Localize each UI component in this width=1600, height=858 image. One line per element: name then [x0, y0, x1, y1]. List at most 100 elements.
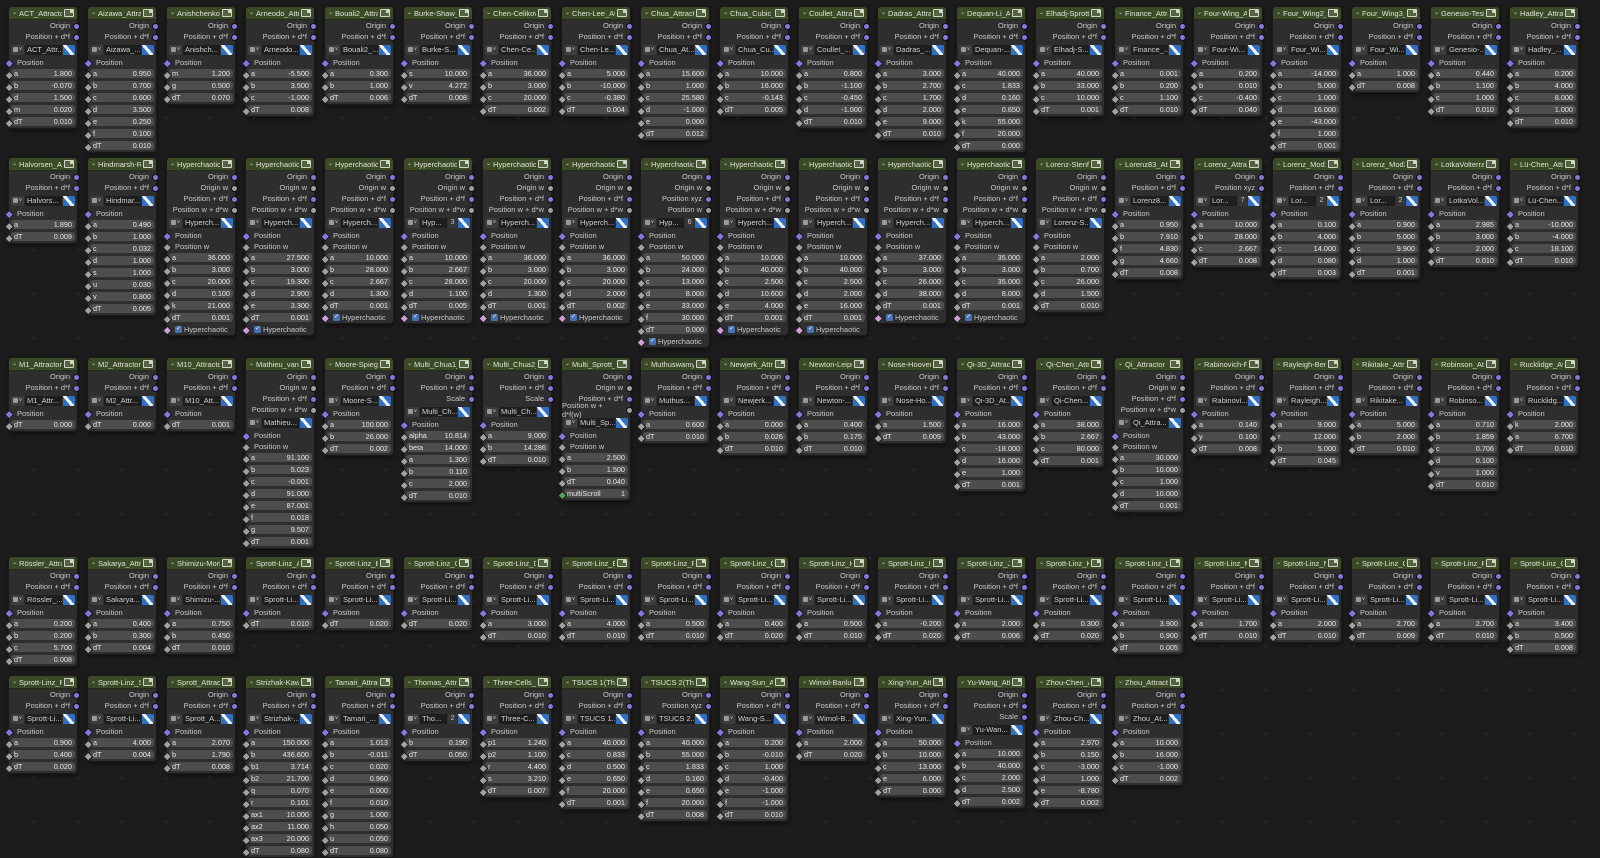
param-slider-a[interactable]: a 40.000: [564, 738, 628, 747]
param-slider-e[interactable]: e 9.000: [880, 117, 944, 126]
input-socket-position[interactable]: [241, 231, 251, 241]
param-slider-a[interactable]: a 0.300: [1038, 619, 1102, 628]
input-socket-position[interactable]: [715, 58, 725, 68]
nodegroup-name-field[interactable]: Sprott-Li...: [1447, 594, 1484, 605]
param-slider-b[interactable]: b 10.000: [880, 750, 944, 759]
collapse-icon[interactable]: ⌄: [1434, 10, 1439, 16]
input-socket-position[interactable]: [715, 409, 725, 419]
param-slider-c[interactable]: c 2.000: [406, 479, 470, 488]
node-sprott-linz-a-att[interactable]: ⌄Sprott-Linz_A_Att...OriginPosition + d*…: [241, 556, 317, 631]
library-override-icon[interactable]: [1011, 395, 1023, 406]
nodegroup-name-field[interactable]: Sprott-Li...: [104, 713, 141, 724]
collapse-icon[interactable]: ⌄: [170, 560, 175, 566]
param-slider-b[interactable]: b 1.100: [1433, 81, 1497, 90]
node-arneodo-attractor[interactable]: ⌄Arneodo_AttractorOriginPosition + d*f∨A…: [241, 6, 317, 117]
param-slider-d[interactable]: d -1.000: [643, 105, 707, 114]
collapse-icon[interactable]: ⌄: [1276, 10, 1281, 16]
param-slider-c[interactable]: c 10.000: [1038, 93, 1102, 102]
node-chua-cubic-attr[interactable]: ⌄Chua_Cubic_Attr...OriginPosition + d*f∨…: [715, 6, 791, 117]
param-slider-dt[interactable]: dT 0.008: [1512, 643, 1576, 652]
collapse-icon[interactable]: ⌄: [91, 161, 96, 167]
node-r-ssler-attractor[interactable]: ⌄Rössler_AttractorOriginPosition + d*f∨R…: [4, 556, 80, 667]
output-socket-origin[interactable]: [626, 173, 633, 181]
param-slider-k[interactable]: k 2.000: [1512, 420, 1576, 429]
library-override-icon[interactable]: [63, 713, 75, 724]
input-socket-position-w[interactable]: [715, 242, 725, 252]
node-hyperchaotic-ca[interactable]: ⌄Hyperchaotic_Ca...OriginOrigin wPositio…: [241, 157, 317, 336]
nodegroup-name-field[interactable]: Hindmar...: [104, 195, 141, 206]
output-socket-origin[interactable]: [942, 173, 949, 181]
param-slider-a[interactable]: a 35.000: [959, 253, 1023, 262]
output-socket-origin[interactable]: [1258, 572, 1265, 580]
nodegroup-browse-button[interactable]: ∨: [959, 44, 972, 55]
output-socket-position-d-f[interactable]: [231, 33, 238, 41]
output-socket-position-d-f[interactable]: [863, 702, 870, 710]
param-slider-dt[interactable]: dT 0.002: [1038, 798, 1102, 807]
node-hyperchaotic-qi[interactable]: ⌄Hyperchaotic_Qi...OriginOrigin wPositio…: [636, 157, 712, 348]
output-socket-position-d-f[interactable]: [1258, 33, 1265, 41]
input-socket-position[interactable]: [162, 409, 172, 419]
param-slider-c[interactable]: c 1.000: [1117, 477, 1181, 486]
nodegroup-name-field[interactable]: Sprott-Li...: [25, 713, 62, 724]
param-slider-g[interactable]: g 9.507: [248, 525, 312, 534]
output-socket-position-d-f[interactable]: [863, 33, 870, 41]
param-slider-b[interactable]: b 0.200: [1117, 81, 1181, 90]
param-slider-c[interactable]: c 0.706: [1433, 444, 1497, 453]
collapse-icon[interactable]: ⌄: [1039, 161, 1044, 167]
output-socket-origin[interactable]: [1574, 572, 1581, 580]
output-socket-position-xyz[interactable]: [705, 195, 712, 203]
output-socket-position-w-d-w[interactable]: [863, 206, 870, 214]
node-halvorsen-attra[interactable]: ⌄Halvorsen_Attra...OriginPosition + d*f∨…: [4, 157, 80, 244]
collapse-icon[interactable]: ⌄: [407, 361, 412, 367]
input-socket-position[interactable]: [952, 738, 962, 748]
collapse-icon[interactable]: ⌄: [407, 560, 412, 566]
param-slider-e[interactable]: e 1.000: [959, 468, 1023, 477]
output-socket-origin[interactable]: [389, 572, 396, 580]
output-socket-position-d-f[interactable]: [389, 195, 396, 203]
node-chua-attractor[interactable]: ⌄Chua_AttractorOriginPosition + d*f∨Chua…: [636, 6, 712, 141]
library-override-icon[interactable]: [1169, 594, 1181, 605]
param-slider-b[interactable]: b 7.910: [1117, 232, 1181, 241]
node-rikitake-attractor[interactable]: ⌄Rikitake_AttractorOriginPosition + d*f∨…: [1347, 357, 1423, 456]
output-socket-origin[interactable]: [152, 691, 159, 699]
nodegroup-browse-button[interactable]: ∨: [1275, 594, 1288, 605]
output-socket-origin[interactable]: [231, 691, 238, 699]
param-slider-b[interactable]: b 26.000: [327, 432, 391, 441]
output-socket-position-d-f[interactable]: [468, 195, 475, 203]
output-socket-origin[interactable]: [705, 572, 712, 580]
input-socket-position[interactable]: [478, 231, 488, 241]
nodegroup-name-field[interactable]: Chua_Cu...: [736, 44, 773, 55]
input-socket-position[interactable]: [636, 231, 646, 241]
node-rucklidge-attrac[interactable]: ⌄Rucklidge_Attrac...OriginPosition + d*f…: [1505, 357, 1581, 456]
library-override-icon[interactable]: [142, 594, 154, 605]
param-slider-dt[interactable]: dT 0.010: [880, 129, 944, 138]
node-qi-3d-attractor[interactable]: ⌄Qi-3D_AttractorOriginPosition + d*f∨Qi-…: [952, 357, 1028, 492]
nodegroup-name-field[interactable]: TSUCS 2...: [657, 713, 694, 724]
param-slider-a[interactable]: a 10.000: [406, 253, 470, 262]
library-override-icon[interactable]: [537, 594, 549, 605]
param-slider-a[interactable]: a 0.500: [643, 619, 707, 628]
output-socket-position-d-f[interactable]: [1337, 583, 1344, 591]
input-socket-position[interactable]: [1189, 409, 1199, 419]
library-override-icon[interactable]: [1248, 395, 1260, 406]
nodegroup-name-field[interactable]: Hyperch...: [973, 217, 1010, 228]
nodegroup-browse-button[interactable]: ∨: [959, 217, 972, 228]
param-slider-dt[interactable]: dT 0.002: [959, 797, 1023, 806]
nodegroup-name-field[interactable]: LotkaVol...: [1447, 195, 1484, 206]
nodegroup-name-field[interactable]: M10_Att...: [183, 395, 220, 406]
output-socket-position-w-d-w[interactable]: [231, 206, 238, 214]
output-socket-origin[interactable]: [231, 173, 238, 181]
param-slider-g[interactable]: g 0.500: [169, 81, 233, 90]
input-socket-position[interactable]: [1268, 409, 1278, 419]
output-socket-position-d-f[interactable]: [1100, 33, 1107, 41]
nodegroup-browse-button[interactable]: ∨: [485, 594, 498, 605]
library-override-icon[interactable]: [774, 594, 786, 605]
nodegroup-browse-button[interactable]: ∨: [722, 395, 735, 406]
library-override-icon[interactable]: [1090, 395, 1102, 406]
param-slider-b[interactable]: b -10.000: [564, 81, 628, 90]
input-socket-position-w[interactable]: [794, 242, 804, 252]
param-slider-a[interactable]: a 10.000: [959, 749, 1023, 758]
param-slider-ax3[interactable]: ax3 20.000: [248, 834, 312, 843]
param-slider-b[interactable]: b 0.200: [11, 631, 75, 640]
library-override-icon[interactable]: [1406, 44, 1418, 55]
